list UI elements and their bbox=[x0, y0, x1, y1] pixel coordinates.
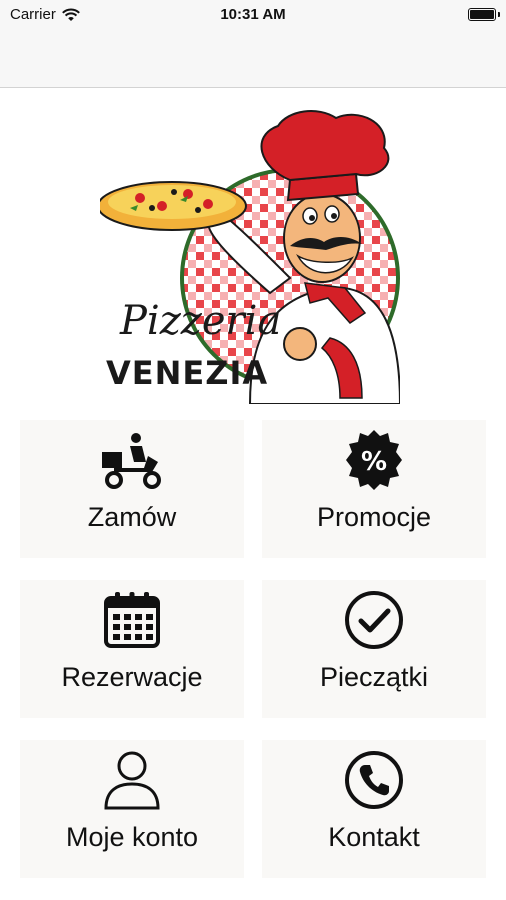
svg-text:%: % bbox=[361, 447, 387, 477]
my-account-tile[interactable]: Moje konto bbox=[20, 740, 244, 878]
calendar-icon bbox=[104, 592, 160, 648]
reservations-label: Rezerwacje bbox=[61, 662, 203, 692]
promotions-tile[interactable]: % Promocje bbox=[262, 420, 486, 558]
status-time: 10:31 AM bbox=[220, 6, 286, 23]
logo-brand-text: VENEZIA bbox=[106, 354, 268, 392]
pizzeria-venezia-logo: Pizzeria VENEZIA bbox=[100, 110, 400, 404]
delivery-scooter-icon bbox=[102, 433, 161, 489]
navigation-bar bbox=[0, 30, 506, 88]
promotions-label: Promocje bbox=[316, 502, 432, 532]
status-bar: Carrier 10:31 AM bbox=[0, 0, 506, 30]
percent-badge-icon: % bbox=[346, 430, 402, 490]
checkmark-circle-icon bbox=[345, 591, 403, 649]
logo-script-text: Pizzeria bbox=[119, 298, 281, 344]
stamps-label: Pieczątki bbox=[319, 662, 429, 692]
reservations-tile[interactable]: Rezerwacje bbox=[20, 580, 244, 718]
order-tile[interactable]: Zamów bbox=[20, 420, 244, 558]
my-account-label: Moje konto bbox=[65, 822, 199, 852]
order-label: Zamów bbox=[87, 502, 177, 532]
user-icon bbox=[104, 751, 160, 810]
phone-icon bbox=[345, 751, 403, 809]
contact-tile[interactable]: Kontakt bbox=[262, 740, 486, 878]
stamps-tile[interactable]: Pieczątki bbox=[262, 580, 486, 718]
battery-icon bbox=[468, 8, 500, 21]
contact-label: Kontakt bbox=[328, 822, 420, 852]
menu-grid: Zamów % Promocje Rezerwacje Pieczątki Mo… bbox=[20, 420, 486, 878]
